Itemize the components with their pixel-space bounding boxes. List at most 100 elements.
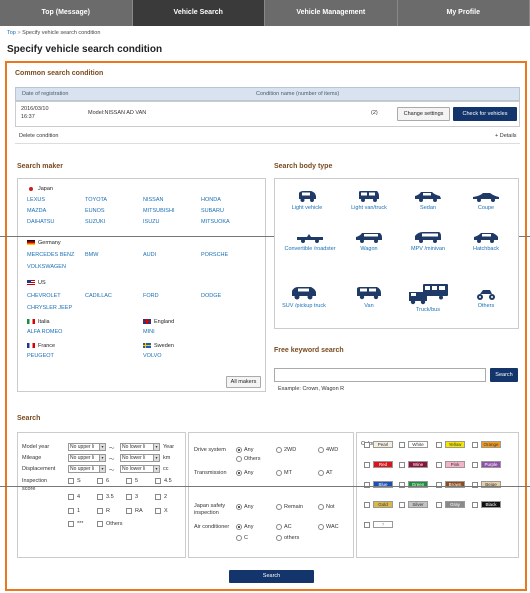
check-vehicles-button[interactable]: Check for vehicles bbox=[453, 107, 517, 121]
color-checkbox[interactable] bbox=[399, 442, 405, 448]
maker-honda[interactable]: HONDA bbox=[201, 197, 221, 203]
safety-not-radio[interactable] bbox=[318, 504, 324, 510]
mileage-to-select[interactable]: No lower li ▾ bbox=[120, 454, 160, 462]
keyword-input[interactable] bbox=[274, 368, 486, 382]
breadcrumb-top-link[interactable]: Top bbox=[7, 30, 16, 36]
drive-others-radio[interactable] bbox=[236, 456, 242, 462]
drive-any-radio[interactable] bbox=[236, 447, 242, 453]
score-checkbox[interactable] bbox=[126, 508, 132, 514]
ac-wac-radio[interactable] bbox=[318, 524, 324, 530]
maker-mitsuoka[interactable]: MITSUOKA bbox=[201, 219, 230, 225]
maker-volvo[interactable]: VOLVO bbox=[143, 353, 162, 359]
ac-c-radio[interactable] bbox=[236, 535, 242, 541]
score-checkbox[interactable] bbox=[126, 494, 132, 500]
maker-volkswagen[interactable]: VOLKSWAGEN bbox=[27, 264, 66, 270]
color-checkbox[interactable] bbox=[364, 442, 370, 448]
score-checkbox[interactable] bbox=[68, 478, 74, 484]
score-checkbox[interactable] bbox=[97, 521, 103, 527]
body-coupe[interactable]: Coupe bbox=[456, 190, 516, 212]
maker-subaru[interactable]: SUBARU bbox=[201, 208, 224, 214]
details-link[interactable]: + Details bbox=[495, 133, 517, 139]
maker-audi[interactable]: AUDI bbox=[143, 252, 156, 258]
maker-isuzu[interactable]: ISUZU bbox=[143, 219, 160, 225]
score-checkbox[interactable] bbox=[155, 478, 161, 484]
body-sedan[interactable]: Sedan bbox=[398, 190, 458, 212]
nav-item-my-profile[interactable]: My Profile bbox=[398, 0, 530, 26]
score-checkbox[interactable] bbox=[97, 478, 103, 484]
model-year-to-select[interactable]: No lower li ▾ bbox=[120, 443, 160, 451]
score-checkbox[interactable] bbox=[155, 494, 161, 500]
score-checkbox[interactable] bbox=[126, 478, 132, 484]
color-checkbox[interactable] bbox=[399, 502, 405, 508]
safety-remain-radio[interactable] bbox=[276, 504, 282, 510]
body-light-van-truck[interactable]: Light van/truck bbox=[339, 190, 399, 212]
color-checkbox[interactable] bbox=[364, 482, 370, 488]
maker-bmw[interactable]: BMW bbox=[85, 252, 98, 258]
maker-chrysler-jeep[interactable]: CHRYSLER JEEP bbox=[27, 305, 72, 311]
drive-2wd-radio[interactable] bbox=[276, 447, 282, 453]
mileage-from-select[interactable]: No upper li ▾ bbox=[68, 454, 106, 462]
maker-daihatsu[interactable]: DAIHATSU bbox=[27, 219, 54, 225]
maker-chevrolet[interactable]: CHEVROLET bbox=[27, 293, 61, 299]
maker-mercedes-benz[interactable]: MERCEDES BENZ bbox=[27, 252, 74, 258]
maker-toyota[interactable]: TOYOTA bbox=[85, 197, 107, 203]
body-others[interactable]: Others bbox=[456, 287, 516, 310]
maker-suzuki[interactable]: SUZUKI bbox=[85, 219, 105, 225]
score-checkbox[interactable] bbox=[68, 494, 74, 500]
maker-mitsubishi[interactable]: MITSUBISHI bbox=[143, 208, 174, 214]
maker-lexus[interactable]: LEXUS bbox=[27, 197, 45, 203]
color-checkbox[interactable] bbox=[472, 442, 478, 448]
ac-others-radio[interactable] bbox=[276, 535, 282, 541]
nav-item-vehicle-search[interactable]: Vehicle Search bbox=[132, 0, 265, 26]
search-submit-button[interactable]: Search bbox=[229, 570, 314, 583]
model-year-from-select[interactable]: No upper li ▾ bbox=[68, 443, 106, 451]
body-truck-bus[interactable]: Truck/bus bbox=[398, 283, 458, 314]
safety-any-radio[interactable] bbox=[236, 504, 242, 510]
nav-item-top[interactable]: Top (Message) bbox=[0, 0, 133, 26]
maker-nissan[interactable]: NISSAN bbox=[143, 197, 163, 203]
score-checkbox[interactable] bbox=[68, 521, 74, 527]
maker-cadillac[interactable]: CADILLAC bbox=[85, 293, 112, 299]
maker-mini[interactable]: MINI bbox=[143, 329, 155, 335]
maker-peugeot[interactable]: PEUGEOT bbox=[27, 353, 54, 359]
change-settings-button[interactable]: Change settings bbox=[397, 107, 450, 121]
body-suv-pickup[interactable]: SUV /pickup truck bbox=[274, 286, 334, 310]
maker-dodge[interactable]: DODGE bbox=[201, 293, 221, 299]
delete-condition-link[interactable]: Delete condition bbox=[19, 133, 58, 139]
color-checkbox[interactable] bbox=[364, 522, 370, 528]
color-checkbox[interactable] bbox=[364, 502, 370, 508]
score-checkbox[interactable] bbox=[155, 508, 161, 514]
color-checkbox[interactable] bbox=[399, 462, 405, 468]
maker-eunos[interactable]: EUNOS bbox=[85, 208, 105, 214]
trans-mt-radio[interactable] bbox=[276, 470, 282, 476]
maker-alfa-romeo[interactable]: ALFA ROMEO bbox=[27, 329, 62, 335]
ac-ac-radio[interactable] bbox=[276, 524, 282, 530]
color-checkbox[interactable] bbox=[436, 502, 442, 508]
body-wagon[interactable]: Wagon bbox=[339, 231, 399, 253]
maker-ford[interactable]: FORD bbox=[143, 293, 159, 299]
body-hatchback[interactable]: Hatchback bbox=[456, 231, 516, 253]
score-checkbox[interactable] bbox=[68, 508, 74, 514]
drive-4wd-radio[interactable] bbox=[318, 447, 324, 453]
ac-any-radio[interactable] bbox=[236, 524, 242, 530]
all-makers-button[interactable]: All makers bbox=[226, 376, 261, 388]
color-checkbox[interactable] bbox=[436, 442, 442, 448]
keyword-search-button[interactable]: Search bbox=[490, 368, 518, 382]
body-mpv-minivan[interactable]: MPV /minivan bbox=[398, 231, 458, 253]
score-checkbox[interactable] bbox=[97, 508, 103, 514]
nav-item-vehicle-management[interactable]: Vehicle Management bbox=[265, 0, 398, 26]
body-light-vehicle[interactable]: Light vehicle bbox=[277, 190, 337, 212]
displacement-from-select[interactable]: No upper li ▾ bbox=[68, 465, 106, 473]
maker-porsche[interactable]: PORSCHE bbox=[201, 252, 228, 258]
color-checkbox[interactable] bbox=[399, 482, 405, 488]
displacement-to-select[interactable]: No lower li ▾ bbox=[120, 465, 160, 473]
trans-any-radio[interactable] bbox=[236, 470, 242, 476]
color-checkbox[interactable] bbox=[472, 462, 478, 468]
body-convertible[interactable]: Convertible /roadster bbox=[280, 231, 340, 253]
maker-mazda[interactable]: MAZDA bbox=[27, 208, 46, 214]
trans-at-radio[interactable] bbox=[318, 470, 324, 476]
body-van[interactable]: Van bbox=[339, 286, 399, 310]
color-checkbox[interactable] bbox=[436, 482, 442, 488]
color-checkbox[interactable] bbox=[472, 482, 478, 488]
color-checkbox[interactable] bbox=[364, 462, 370, 468]
